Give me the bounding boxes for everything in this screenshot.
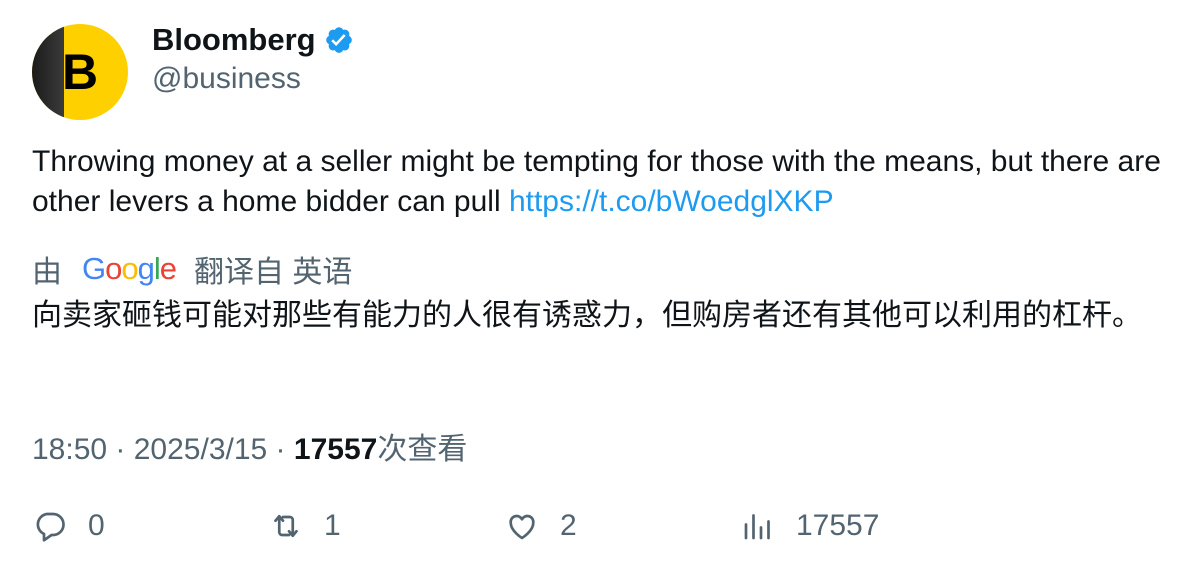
retweet-icon — [274, 514, 298, 538]
translation-prefix: 由 — [32, 256, 62, 289]
like-button[interactable]: 2 — [504, 508, 577, 544]
author-name-row: Bloomberg — [152, 22, 354, 58]
views-icon — [744, 514, 770, 540]
tweet-link[interactable]: https://t.co/bWoedglXKP — [509, 185, 834, 218]
reply-count: 0 — [88, 509, 105, 542]
avatar-dark-band — [32, 24, 64, 120]
translation-suffix: 翻译自 英语 — [194, 256, 353, 289]
views-action-count: 17557 — [796, 509, 880, 542]
author-name[interactable]: Bloomberg — [152, 22, 316, 58]
tweet-text: Throwing money at a seller might be temp… — [32, 142, 1162, 222]
views-count: 17557 — [293, 433, 378, 466]
author-handle[interactable]: @business — [152, 62, 301, 96]
retweet-button[interactable]: 1 — [268, 508, 341, 544]
reply-icon — [36, 512, 65, 542]
meta-separator: · — [107, 433, 134, 466]
tweet-meta: 18:50 · 2025/3/15 · 17557 次查看 — [32, 424, 467, 468]
retweet-count: 1 — [324, 509, 341, 542]
avatar[interactable]: B — [32, 24, 128, 120]
tweet-date[interactable]: 2025/3/15 — [134, 433, 267, 467]
views-label: 次查看 — [377, 433, 468, 466]
reply-button[interactable]: 0 — [32, 508, 105, 544]
verified-badge-icon — [325, 27, 352, 53]
meta-separator: · — [267, 433, 294, 466]
like-icon — [509, 514, 535, 540]
like-count: 2 — [560, 509, 577, 542]
translated-text: 向卖家砸钱可能对那些有能力的人很有诱惑力，但购房者还有其他可以利用的杠杆。 — [32, 299, 1142, 332]
translation-attribution[interactable]: 由 Google 翻译自 英语 — [32, 247, 352, 291]
google-logo-icon: Google — [82, 251, 177, 286]
views-button[interactable]: 17557 — [740, 508, 879, 544]
avatar-letter: B — [62, 44, 99, 100]
tweet-time[interactable]: 18:50 — [32, 433, 107, 467]
action-bar: 0 1 2 17557 — [0, 508, 1196, 558]
